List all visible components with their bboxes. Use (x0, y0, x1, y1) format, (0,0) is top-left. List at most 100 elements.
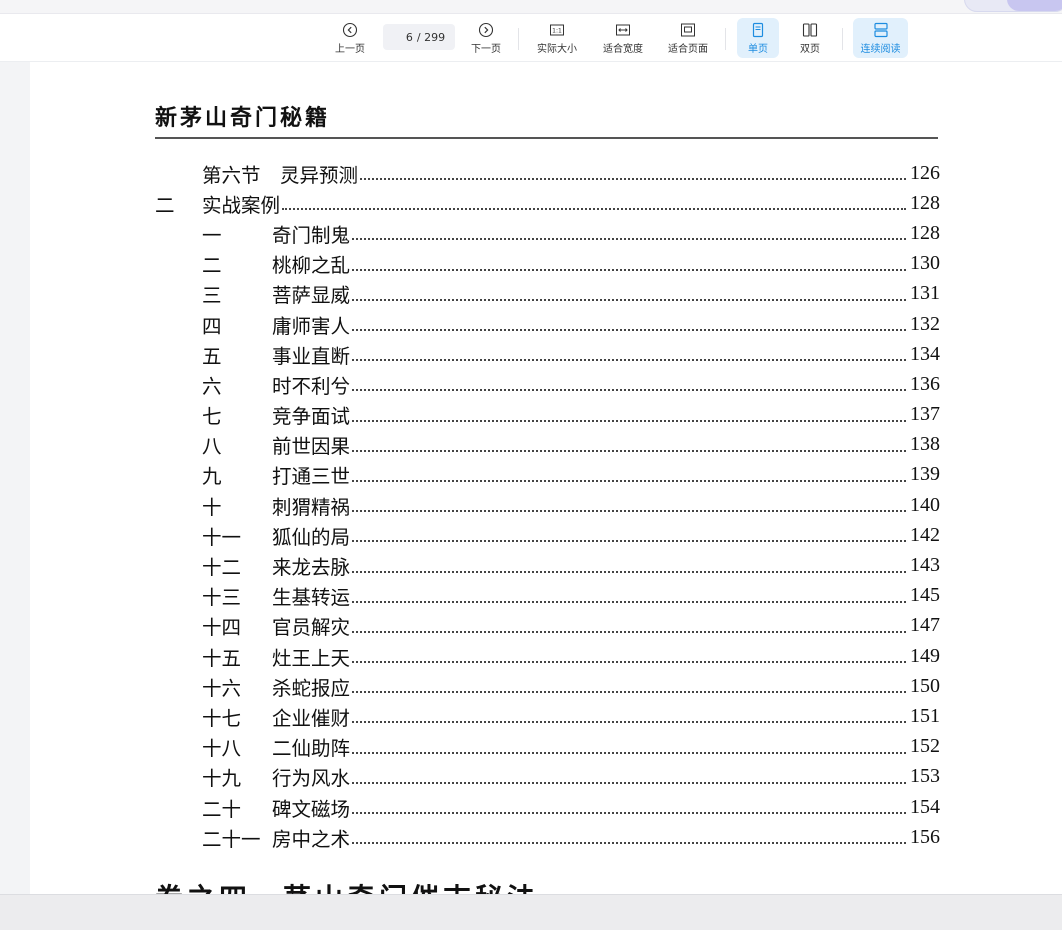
actual-size-icon: 1:1 (550, 24, 564, 35)
toc-entry-title: 前世因果 (272, 435, 351, 459)
toc-entry[interactable]: 十六 杀蛇报应 150 (155, 671, 940, 701)
toc-leader-dots (352, 419, 906, 422)
toc-entry-page-number: 137 (910, 403, 940, 426)
toc-entry-title: 来龙去脉 (272, 556, 351, 580)
toc-entry[interactable]: 六 时不利兮 136 (155, 369, 940, 399)
toc-entry-title: 狐仙的局 (272, 525, 351, 549)
toc-entry-title: 生基转运 (272, 586, 351, 610)
continuous-reading-button[interactable]: 连续阅读 (853, 18, 908, 58)
toc-leader-dots (352, 268, 906, 271)
double-page-label: 双页 (800, 43, 820, 55)
toc-entry[interactable]: 二十 碑文磁场 154 (155, 792, 940, 822)
toc-leader-dots (352, 359, 906, 362)
toc-entry-page-number: 153 (910, 765, 940, 788)
toc-entry-page-number: 154 (910, 795, 940, 818)
toc-entry-page-number: 132 (910, 312, 940, 335)
toc-entry-title: 房中之术 (272, 827, 351, 851)
toc-entry-title: 桃柳之乱 (272, 254, 351, 278)
toc-entry-page-number: 143 (910, 554, 940, 577)
toc-entry[interactable]: 七 竞争面试 137 (155, 400, 940, 430)
header-rule (155, 137, 938, 139)
toc-leader-dots (352, 479, 906, 482)
browser-top-strip (0, 0, 1062, 14)
double-page-button[interactable]: 双页 (792, 18, 828, 58)
toc-entry-title: 杀蛇报应 (272, 676, 351, 700)
toc-entry[interactable]: 二 实战案例 128 (155, 188, 940, 218)
toc-entry-number: 十四 (202, 616, 242, 640)
toc-entry[interactable]: 十 刺猬精祸 140 (155, 490, 940, 520)
toc-entry[interactable]: 十八 二仙助阵 152 (155, 732, 940, 762)
toc-entry[interactable]: 十九 行为风水 153 (155, 762, 940, 792)
toc-entry-title: 实战案例 (202, 193, 281, 217)
svg-text:1:1: 1:1 (552, 27, 562, 34)
next-section-heading: 卷之四 茅山奇门催吉秘法 (155, 877, 539, 894)
document-page: 新茅山奇门秘籍 第六节 灵异预测 126 二实战案例 128 一奇门制鬼 128 二桃柳之乱… (30, 62, 1062, 894)
toc-entry-number: 三 (202, 284, 222, 308)
fit-width-label: 适合宽度 (603, 43, 643, 55)
fit-page-button[interactable]: 适合页面 (663, 18, 713, 58)
toc-leader-dots (352, 781, 906, 784)
toc-entry-title: 刺猬精祸 (272, 495, 351, 519)
toc-entry[interactable]: 一 奇门制鬼 128 (155, 218, 940, 248)
toc-leader-dots (352, 329, 906, 332)
toc-entry[interactable]: 十五 灶王上天 149 (155, 641, 940, 671)
toc-entry[interactable]: 十三 生基转运 145 (155, 581, 940, 611)
fit-width-button[interactable]: 适合宽度 (598, 18, 648, 58)
toc-entry-page-number: 140 (910, 493, 940, 516)
toc-entry[interactable]: 二十一 房中之术 156 (155, 822, 940, 852)
prev-page-label: 上一页 (335, 43, 365, 55)
toc-leader-dots (352, 751, 906, 754)
toc-entry-page-number: 152 (910, 735, 940, 758)
toc-leader-dots (352, 691, 906, 694)
toc-entry-page-number: 136 (910, 372, 940, 395)
toc-entry[interactable]: 十七 企业催财 151 (155, 701, 940, 731)
toc-entry-number: 七 (202, 405, 222, 429)
toc-entry[interactable]: 八 前世因果 138 (155, 430, 940, 460)
toc-entry-number: 十八 (202, 737, 242, 761)
actual-size-label: 实际大小 (537, 43, 577, 55)
fit-page-icon (681, 23, 695, 36)
toc-entry[interactable]: 第六节 灵异预测 126 (155, 158, 940, 188)
toc-entry[interactable]: 十二 来龙去脉 143 (155, 550, 940, 580)
actual-size-button[interactable]: 1:1 实际大小 (533, 18, 581, 58)
toc-entry[interactable]: 四 庸师害人 132 (155, 309, 940, 339)
table-of-contents: 第六节 灵异预测 126 二实战案例 128 一奇门制鬼 128 二桃柳之乱 130 三菩萨显威… (155, 158, 940, 852)
toc-entry-title: 时不利兮 (272, 374, 351, 398)
continuous-reading-icon (873, 22, 888, 37)
toc-entry-number: 二十 (202, 797, 242, 821)
toc-leader-dots (352, 600, 906, 603)
toc-entry-page-number: 128 (910, 191, 940, 214)
corner-pill-button[interactable] (964, 0, 1062, 12)
toc-entry-number: 十七 (202, 706, 242, 730)
toc-entry-number: 一 (202, 223, 222, 247)
page-number-box[interactable]: / 299 (383, 24, 455, 50)
toolbar-divider (842, 28, 843, 50)
toc-entry-page-number: 131 (910, 282, 940, 305)
toc-entry[interactable]: 十一 狐仙的局 142 (155, 520, 940, 550)
running-head: 新茅山奇门秘籍 (155, 105, 331, 131)
toc-entry[interactable]: 九 打通三世 139 (155, 460, 940, 490)
toc-entry-page-number: 139 (910, 463, 940, 486)
single-page-button[interactable]: 单页 (737, 18, 779, 58)
toc-entry-number: 十六 (202, 676, 242, 700)
toc-entry-title: 企业催财 (272, 706, 351, 730)
current-page-input[interactable] (392, 30, 413, 44)
toc-entry[interactable]: 十四 官员解灾 147 (155, 611, 940, 641)
toc-entry[interactable]: 二 桃柳之乱 130 (155, 249, 940, 279)
toc-entry-page-number: 149 (910, 644, 940, 667)
toolbar-divider (725, 28, 726, 50)
toc-entry[interactable]: 五 事业直断 134 (155, 339, 940, 369)
toc-entry-title: 灶王上天 (272, 646, 351, 670)
prev-page-button[interactable]: 上一页 (332, 18, 368, 58)
toc-entry-number: 二十一 (202, 827, 261, 851)
next-page-button[interactable]: 下一页 (468, 18, 504, 58)
reader-toolbar: 上一页 / 299 下一页 1:1 实际大小 适合宽度 适合页面 单页 双页 连… (0, 14, 1062, 62)
toc-entry-number: 六 (202, 374, 222, 398)
total-pages: / 299 (416, 30, 446, 44)
double-page-icon (802, 22, 818, 37)
toc-entry-title: 碑文磁场 (272, 797, 351, 821)
toc-entry-title: 菩萨显威 (272, 284, 351, 308)
toc-entry[interactable]: 三 菩萨显威 131 (155, 279, 940, 309)
document-viewer[interactable]: 新茅山奇门秘籍 第六节 灵异预测 126 二实战案例 128 一奇门制鬼 128 二桃柳之乱… (0, 62, 1062, 894)
chevron-right-circle-icon (478, 22, 494, 37)
